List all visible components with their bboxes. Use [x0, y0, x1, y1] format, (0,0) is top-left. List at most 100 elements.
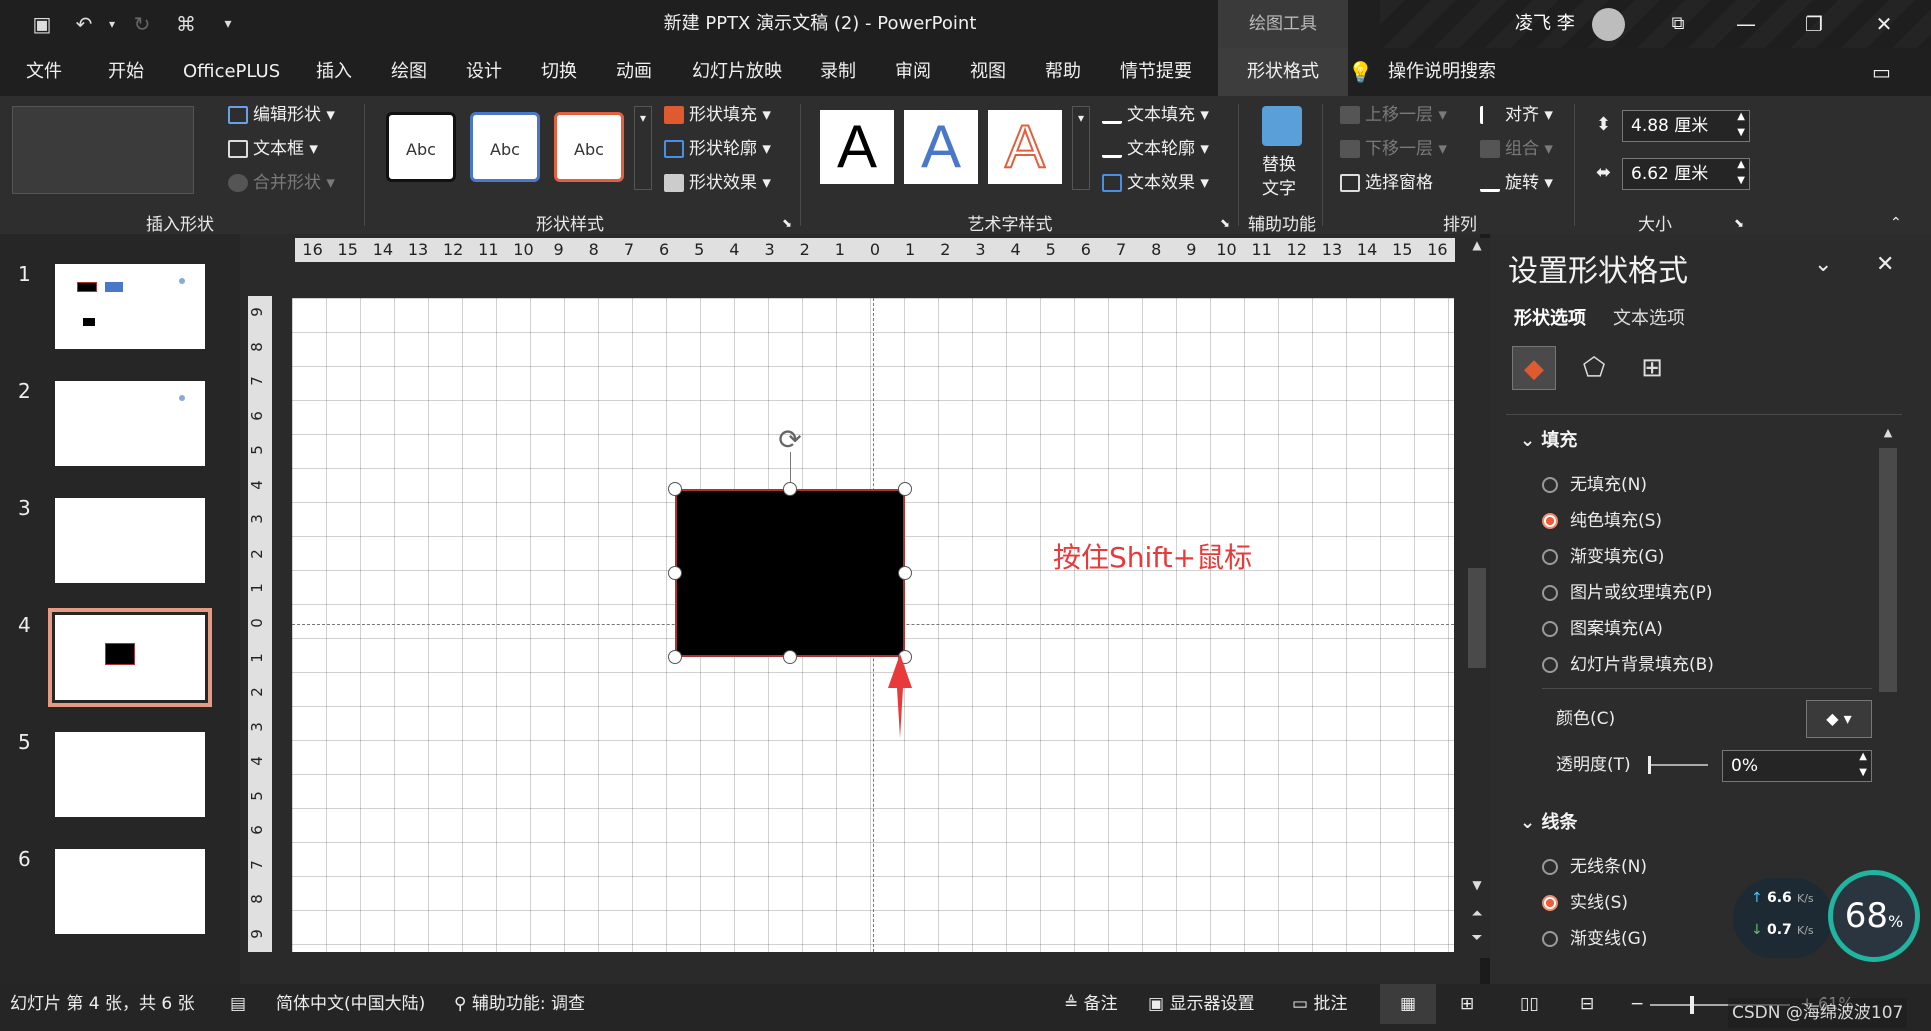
line-section-header[interactable]: ⌄ 线条 — [1520, 808, 1577, 834]
text-outline-button[interactable]: 文本轮廓 ▾ — [1102, 134, 1209, 164]
resize-handle-right[interactable] — [898, 566, 912, 580]
alt-text-icon[interactable] — [1262, 106, 1302, 146]
selected-rectangle-shape[interactable] — [675, 489, 905, 657]
selection-pane-button[interactable]: 选择窗格 — [1340, 168, 1433, 198]
tab-review[interactable]: 审阅 — [895, 48, 931, 96]
resize-handle-top-right[interactable] — [898, 482, 912, 496]
reading-view-icon[interactable]: ▯▯ — [1520, 984, 1539, 1024]
tell-me-search[interactable]: 操作说明搜索 — [1388, 48, 1496, 96]
radio-button[interactable] — [1542, 477, 1558, 493]
send-backward-button[interactable]: 下移一层 ▾ — [1340, 134, 1447, 164]
merge-shapes-button[interactable]: 合并形状 ▾ — [228, 168, 335, 198]
present-icon[interactable]: ⌘ — [172, 10, 200, 38]
slideshow-view-icon[interactable]: ⊟ — [1580, 984, 1594, 1024]
tab-shape-format[interactable]: 形状格式 — [1218, 48, 1348, 96]
text-fill-button[interactable]: 文本填充 ▾ — [1102, 100, 1209, 130]
normal-view-icon[interactable]: ▦ — [1380, 984, 1436, 1024]
slide-sorter-icon[interactable]: ⊞ — [1460, 984, 1474, 1024]
radio-gradient-fill[interactable]: 渐变填充(G) — [1542, 542, 1664, 572]
text-effect-button[interactable]: 文本效果 ▾ — [1102, 168, 1209, 198]
fill-section-header[interactable]: ⌄ 填充 — [1520, 426, 1577, 452]
customize-qat-icon[interactable]: ▾ — [214, 10, 242, 38]
tab-officeplus[interactable]: OfficePLUS — [183, 48, 280, 96]
shape-style-3[interactable]: Abc — [554, 112, 624, 182]
comments-button[interactable]: ▭ 批注 — [1292, 984, 1347, 1024]
bring-forward-button[interactable]: 上移一层 ▾ — [1340, 100, 1447, 130]
ribbon-display-icon[interactable]: ⧉ — [1650, 0, 1706, 48]
rotate-handle-icon[interactable]: ⟳ — [774, 424, 806, 456]
shape-style-1[interactable]: Abc — [386, 112, 456, 182]
transparency-spinner-icon[interactable]: ▲ ▼ — [1859, 749, 1867, 781]
slide-thumbnail-6[interactable] — [55, 849, 205, 934]
fill-line-icon[interactable]: ◆ — [1512, 346, 1556, 390]
pane-scroll-thumb[interactable] — [1879, 448, 1897, 692]
radio-button[interactable] — [1542, 621, 1558, 637]
radio-button[interactable] — [1542, 513, 1558, 529]
radio-button[interactable] — [1542, 657, 1558, 673]
tab-storyboard[interactable]: 情节提要 — [1120, 48, 1192, 96]
slide-thumbnail-5[interactable] — [55, 732, 205, 817]
radio-button[interactable] — [1542, 549, 1558, 565]
display-settings-button[interactable]: ▣ 显示器设置 — [1148, 984, 1254, 1024]
shape-width-input[interactable]: 6.62 厘米 ▲ ▼ — [1622, 158, 1750, 190]
slide-thumbnail-1[interactable] — [55, 264, 205, 349]
resize-handle-top-left[interactable] — [668, 482, 682, 496]
radio-button[interactable] — [1542, 931, 1558, 947]
shape-fill-button[interactable]: 形状填充 ▾ — [664, 100, 771, 130]
tab-transitions[interactable]: 切换 — [541, 48, 577, 96]
redo-icon[interactable]: ↻ — [128, 10, 156, 38]
slide-thumbnail-3[interactable] — [55, 498, 205, 583]
group-button[interactable]: 组合 ▾ — [1480, 134, 1553, 164]
effects-icon[interactable]: ⬠ — [1572, 346, 1616, 390]
tab-file[interactable]: 文件 — [26, 48, 62, 96]
resize-handle-left[interactable] — [668, 566, 682, 580]
tab-view[interactable]: 视图 — [970, 48, 1006, 96]
radio-button[interactable] — [1542, 859, 1558, 875]
tab-insert[interactable]: 插入 — [316, 48, 352, 96]
radio-pattern-fill[interactable]: 图案填充(A) — [1542, 614, 1663, 644]
transparency-input[interactable]: 0% ▲ ▼ — [1722, 750, 1872, 782]
previous-slide-icon[interactable]: ⏶ — [1469, 906, 1485, 926]
tab-home[interactable]: 开始 — [108, 48, 144, 96]
language-status[interactable]: 简体中文(中国大陆) — [276, 984, 425, 1024]
scroll-thumb[interactable] — [1468, 568, 1486, 668]
shapes-gallery[interactable] — [12, 106, 194, 194]
wordart-more-button[interactable]: ▾ — [1072, 106, 1090, 190]
radio-background-fill[interactable]: 幻灯片背景填充(B) — [1542, 650, 1714, 680]
tab-shape-options[interactable]: 形状选项 — [1514, 304, 1586, 330]
cpu-gauge[interactable]: 68% — [1828, 870, 1920, 962]
radio-solid-line[interactable]: 实线(S) — [1542, 888, 1628, 918]
tab-slideshow[interactable]: 幻灯片放映 — [692, 48, 782, 96]
close-icon[interactable]: ✕ — [1856, 0, 1912, 48]
next-slide-icon[interactable]: ⏷ — [1469, 930, 1485, 950]
shape-style-2[interactable]: Abc — [470, 112, 540, 182]
align-button[interactable]: 对齐 ▾ — [1480, 100, 1553, 130]
shape-outline-button[interactable]: 形状轮廓 ▾ — [664, 134, 771, 164]
minimize-icon[interactable]: — — [1718, 0, 1774, 48]
restore-icon[interactable]: ❐ — [1786, 0, 1842, 48]
wordart-style-blue[interactable]: A — [904, 110, 978, 184]
text-box-button[interactable]: 文本框 ▾ — [228, 134, 318, 164]
slider-thumb[interactable] — [1648, 756, 1651, 774]
notes-button[interactable]: ≜ 备注 — [1064, 984, 1118, 1024]
slide-thumbnail-2[interactable] — [55, 381, 205, 466]
tab-help[interactable]: 帮助 — [1045, 48, 1081, 96]
scroll-down-icon[interactable]: ▼ — [1469, 878, 1485, 898]
avatar[interactable] — [1592, 8, 1625, 41]
radio-picture-fill[interactable]: 图片或纹理填充(P) — [1542, 578, 1713, 608]
transparency-slider[interactable] — [1648, 756, 1708, 774]
vertical-scrollbar[interactable]: ▲ ▼ ⏶ ⏷ — [1464, 238, 1490, 958]
pane-close-icon[interactable]: ✕ — [1876, 252, 1894, 277]
save-icon[interactable]: ▣ — [28, 10, 56, 38]
comments-icon[interactable]: ▭ — [1872, 48, 1891, 96]
accessibility-status[interactable]: ⚲ 辅助功能: 调查 — [454, 984, 585, 1024]
zoom-out-icon[interactable]: − — [1630, 984, 1644, 1024]
radio-no-fill[interactable]: 无填充(N) — [1542, 470, 1647, 500]
tab-record[interactable]: 录制 — [820, 48, 856, 96]
spell-check-icon[interactable]: ▤ — [230, 984, 246, 1024]
rotate-button[interactable]: 旋转 ▾ — [1480, 168, 1553, 198]
height-spinner-icon[interactable]: ▲ ▼ — [1737, 109, 1745, 141]
resize-handle-top[interactable] — [783, 482, 797, 496]
user-name[interactable]: 凌飞 李 — [1515, 0, 1575, 48]
pane-scroll-up-icon[interactable]: ▲ — [1878, 426, 1898, 446]
